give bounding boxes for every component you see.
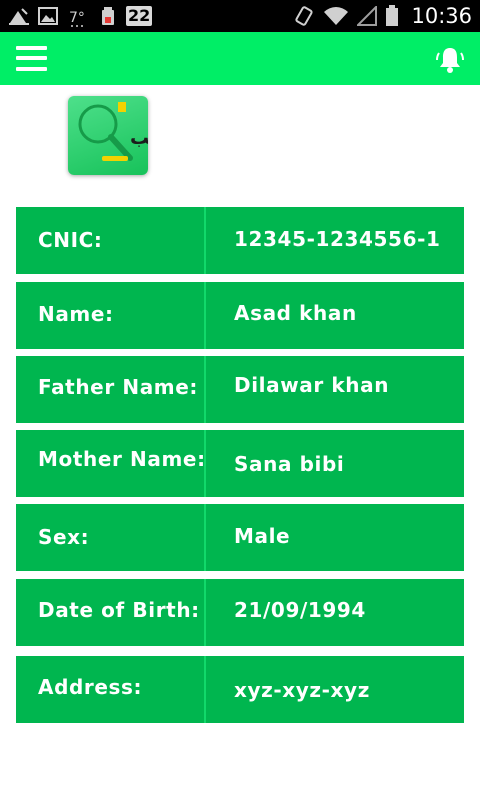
info-row-name: Name: Asad khan <box>16 282 464 349</box>
weather-icon: 7° <box>66 4 90 28</box>
column-divider <box>204 579 206 646</box>
status-bar: 7° 22 10:36 <box>0 0 480 32</box>
column-divider <box>204 356 206 423</box>
info-row-cnic: CNIC: 12345-1234556-1 <box>16 207 464 274</box>
clock: 10:36 <box>411 4 472 28</box>
info-row-address: Address: xyz-xyz-xyz <box>16 656 464 723</box>
bell-icon[interactable] <box>434 44 466 76</box>
info-row-sex: Sex: Male <box>16 504 464 571</box>
temperature-text: 7° <box>69 10 85 26</box>
address-label: Address: <box>38 675 143 699</box>
eraser-notification-icon <box>8 4 30 28</box>
father-name-value: Dilawar khan <box>234 373 390 397</box>
info-row-mother-name: Mother Name: Sana bibi <box>16 430 464 497</box>
column-divider <box>204 504 206 571</box>
father-name-label: Father Name: <box>38 375 199 399</box>
signal-icon <box>357 4 378 28</box>
image-notification-icon <box>38 4 58 28</box>
name-label: Name: <box>38 302 114 326</box>
info-row-father-name: Father Name: Dilawar khan <box>16 356 464 423</box>
cnic-value: 12345-1234556-1 <box>234 227 441 251</box>
sex-value: Male <box>234 524 291 548</box>
mother-name-label: Mother Name: <box>38 447 206 471</box>
column-divider <box>204 656 206 723</box>
date-of-birth-label: Date of Birth: <box>38 598 200 622</box>
hamburger-menu-icon[interactable] <box>16 46 48 72</box>
cnic-label: CNIC: <box>38 228 103 252</box>
status-right-icons: 10:36 <box>293 4 472 28</box>
battery-icon <box>385 4 399 28</box>
wifi-icon <box>323 4 349 28</box>
column-divider <box>204 282 206 349</box>
app-logo: شجرہ نسب <box>68 96 148 175</box>
address-value: xyz-xyz-xyz <box>234 678 370 702</box>
status-left-icons: 7° 22 <box>8 4 153 28</box>
mother-name-value: Sana bibi <box>234 452 345 476</box>
column-divider <box>204 207 206 274</box>
logo-title-text: شجرہ نسب <box>130 127 148 149</box>
sex-label: Sex: <box>38 525 90 549</box>
column-divider <box>204 430 206 497</box>
notification-count-badge: 22 <box>126 6 153 26</box>
name-value: Asad khan <box>234 301 357 325</box>
app-bar <box>0 32 480 85</box>
trash-battery-notification-icon <box>98 4 118 28</box>
date-of-birth-value: 21/09/1994 <box>234 598 366 622</box>
rotate-icon <box>293 4 315 28</box>
magnifier-logo-icon: شجرہ نسب <box>78 102 148 161</box>
info-row-date-of-birth: Date of Birth: 21/09/1994 <box>16 579 464 646</box>
